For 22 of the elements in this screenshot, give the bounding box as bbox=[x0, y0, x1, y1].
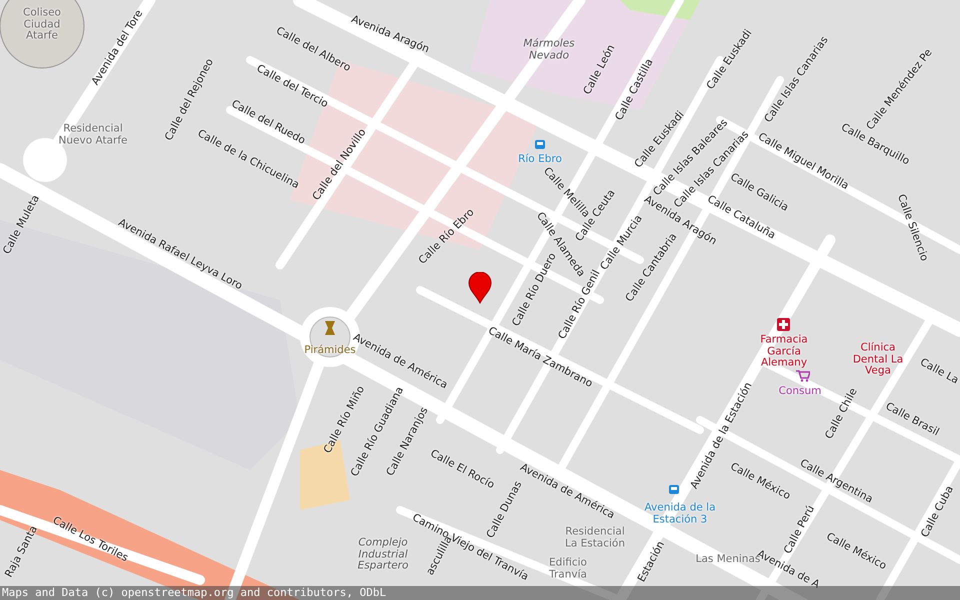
bus-stop-label: Avenida de la Estación 3 bbox=[643, 502, 717, 526]
street-map[interactable] bbox=[0, 0, 960, 600]
place-label: Residencial La Estación bbox=[564, 526, 626, 550]
place-label: Coliseo Ciudad Atarfe bbox=[22, 8, 62, 42]
poi-label: Clínica Dental La Vega bbox=[852, 342, 904, 378]
bus-icon bbox=[534, 139, 546, 151]
shop-label: Consum bbox=[778, 386, 822, 398]
pharmacy-icon bbox=[777, 318, 790, 331]
place-label: Mármoles Nevado bbox=[522, 38, 576, 62]
attribution-text: Maps and Data (c) openstreetmap.org and contributors, ODbL bbox=[0, 586, 960, 600]
monument-icon bbox=[323, 320, 337, 336]
bus-icon bbox=[668, 484, 680, 496]
bus-stop-label: Río Ebro bbox=[517, 154, 563, 166]
place-label: Complejo Industrial Espartero bbox=[356, 538, 410, 572]
street-label: Calle Chile bbox=[824, 386, 860, 442]
street-label: Calle Perú bbox=[782, 504, 818, 556]
place-label: Edificio Tranvía bbox=[548, 557, 588, 581]
map-pin-icon[interactable] bbox=[467, 272, 493, 304]
street-label: Calle La bbox=[918, 357, 960, 387]
poi-label: Farmacia García Alemany bbox=[759, 334, 809, 370]
cart-icon bbox=[796, 370, 810, 382]
place-label: Residencial Nuevo Atarfe bbox=[58, 123, 128, 147]
